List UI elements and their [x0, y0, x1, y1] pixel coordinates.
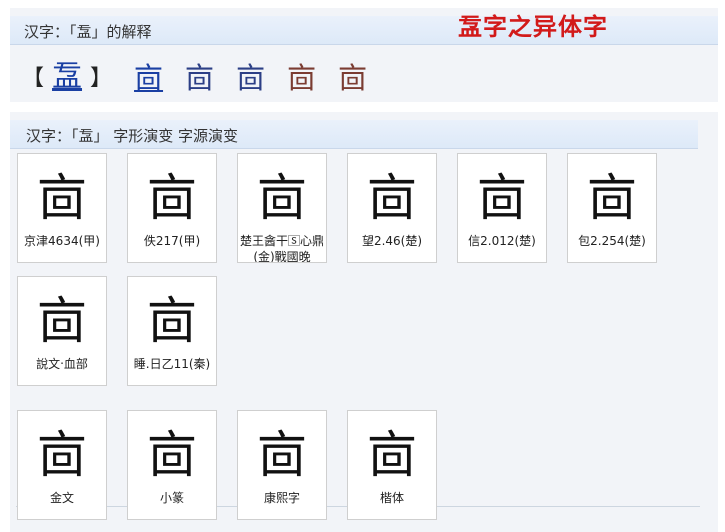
glyph-card[interactable]: 㐭 金文	[17, 410, 107, 520]
glyph-card[interactable]: 㐭 信2.012(楚)	[457, 153, 547, 263]
glyph-card[interactable]: 㐭 說文‧血部	[17, 276, 107, 386]
glyph-card[interactable]: 㐭 小篆	[127, 410, 217, 520]
glyph-image: 㐭	[257, 169, 307, 227]
variant-char-link[interactable]: 㐭	[134, 55, 163, 97]
glyph-caption: 楚王酓干🅂心鼎(金)戰國晚	[239, 234, 324, 263]
variant-char-image[interactable]: 㐭	[287, 55, 316, 97]
glyph-caption: 京津4634(甲)	[24, 234, 100, 248]
glyph-evolution-header: 汉字：「𥁄」 字形演变 字源演变	[10, 120, 698, 149]
glyph-card[interactable]: 㐭 楷体	[347, 410, 437, 520]
glyph-card[interactable]: 㐭 楚王酓干🅂心鼎(金)戰國晚	[237, 153, 327, 263]
glyph-caption: 金文	[49, 491, 74, 505]
glyph-image: 㐭	[147, 169, 197, 227]
glyph-card[interactable]: 㐭 望2.46(楚)	[347, 153, 437, 263]
glyph-caption: 睡.日乙11(秦)	[133, 357, 211, 371]
variant-panel-title: 汉字：「𥁄」的解释	[24, 23, 152, 41]
bracket-right: 】	[90, 66, 113, 91]
main-char-link[interactable]: 𥁄	[52, 58, 82, 94]
variant-char[interactable]: 㐭	[185, 55, 214, 97]
glyph-image: 㐭	[147, 292, 197, 350]
variant-panel: 汉字：「𥁄」的解释 𥁄字之异体字 【 𥁄 】 㐭 㐭 㐭 㐭 㐭	[10, 8, 718, 102]
glyph-caption: 佚217(甲)	[143, 234, 201, 248]
glyph-card[interactable]: 㐭 佚217(甲)	[127, 153, 217, 263]
glyph-image: 㐭	[367, 169, 417, 227]
glyph-caption: 包2.254(楚)	[578, 234, 646, 248]
variant-panel-header: 汉字：「𥁄」的解释	[10, 16, 718, 45]
glyph-evolution-title: 汉字：「𥁄」 字形演变 字源演变	[26, 127, 239, 145]
glyph-image: 㐭	[477, 169, 527, 227]
glyph-card[interactable]: 㐭 京津4634(甲)	[17, 153, 107, 263]
glyph-image: 㐭	[147, 426, 197, 484]
glyph-caption: 望2.46(楚)	[361, 234, 423, 248]
variant-char-image[interactable]: 㐭	[338, 55, 367, 97]
glyph-image: 㐭	[257, 426, 307, 484]
glyph-caption: 楷体	[379, 491, 404, 505]
glyph-caption: 小篆	[159, 491, 184, 505]
glyph-evolution-panel: 汉字：「𥁄」 字形演变 字源演变 㐭 京津4634(甲) 㐭 佚217(甲) 㐭…	[10, 112, 718, 532]
glyph-caption: 康熙字	[263, 491, 300, 505]
glyph-image: 㐭	[587, 169, 637, 227]
glyph-caption: 說文‧血部	[36, 357, 88, 371]
glyph-image: 㐭	[37, 169, 87, 227]
glyph-image: 㐭	[367, 426, 417, 484]
glyph-card[interactable]: 㐭 睡.日乙11(秦)	[127, 276, 217, 386]
glyph-image: 㐭	[37, 426, 87, 484]
glyph-caption: 信2.012(楚)	[468, 234, 536, 248]
glyph-card[interactable]: 㐭 康熙字	[237, 410, 327, 520]
glyph-card[interactable]: 㐭 包2.254(楚)	[567, 153, 657, 263]
variant-row: 【 𥁄 】 㐭 㐭 㐭 㐭 㐭	[22, 56, 367, 96]
bracket-left: 【	[22, 66, 45, 91]
variant-heading: 𥁄字之异体字	[458, 12, 608, 41]
variant-char[interactable]: 㐭	[236, 55, 265, 97]
glyph-image: 㐭	[37, 292, 87, 350]
